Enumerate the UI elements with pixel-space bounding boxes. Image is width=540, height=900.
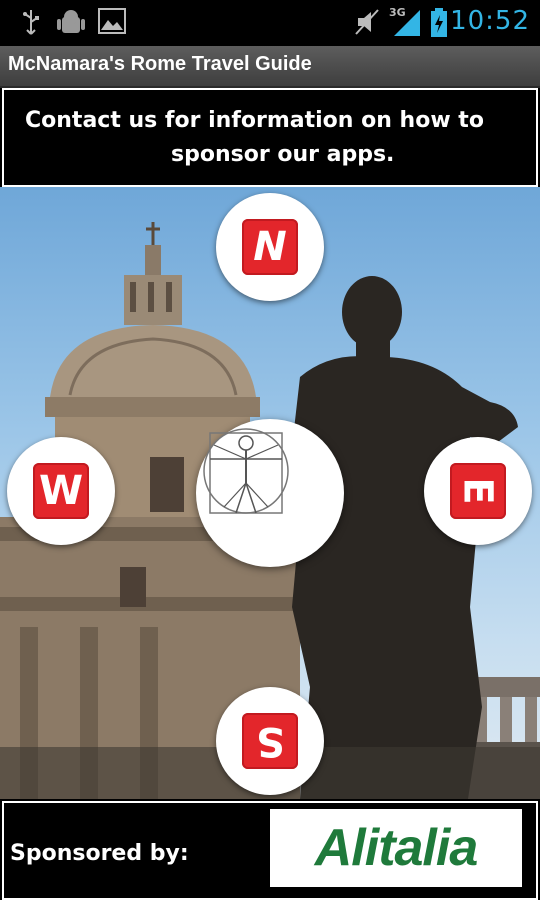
mute-icon	[355, 9, 379, 35]
north-tile: N	[242, 219, 298, 275]
app-title-bar: McNamara's Rome Travel Guide	[0, 46, 540, 88]
north-letter: N	[253, 224, 287, 270]
south-button[interactable]: S	[216, 687, 324, 795]
app-title: McNamara's Rome Travel Guide	[8, 53, 312, 75]
center-vitruvian-button[interactable]	[196, 419, 344, 567]
west-button[interactable]: W	[7, 437, 115, 545]
clock: 10:52	[450, 6, 530, 36]
sponsor-bar: Sponsored by: Alitalia	[0, 799, 540, 900]
north-button[interactable]: N	[216, 193, 324, 301]
sponsor-brand-text: Alitalia	[314, 819, 478, 877]
west-letter: W	[38, 468, 84, 514]
vitruvian-man-icon	[203, 428, 289, 514]
sponsor-logo-alitalia[interactable]: Alitalia	[270, 809, 522, 887]
battery-icon	[431, 8, 447, 37]
east-button[interactable]: E	[424, 437, 532, 545]
image-notification-icon	[98, 8, 126, 34]
signal-icon	[394, 10, 420, 36]
android-debug-icon	[57, 10, 85, 33]
hero-image: N W E S	[0, 187, 540, 799]
usb-icon	[23, 10, 39, 35]
east-tile: E	[450, 463, 506, 519]
south-tile: S	[242, 713, 298, 769]
sponsor-label: Sponsored by:	[10, 841, 189, 866]
status-bar: 3G 10:52	[0, 0, 540, 46]
west-tile: W	[33, 463, 89, 519]
east-letter: E	[454, 477, 501, 505]
contact-banner[interactable]: Contact us for information on how to spo…	[2, 88, 538, 187]
south-letter: S	[255, 718, 285, 764]
contact-banner-line1: Contact us for information on how to	[25, 108, 484, 133]
contact-banner-line2: sponsor our apps.	[171, 142, 395, 167]
